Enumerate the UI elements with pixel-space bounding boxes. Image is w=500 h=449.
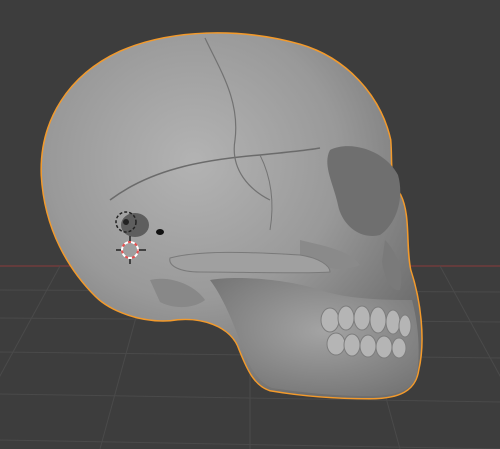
light-marker-icon[interactable] [156,229,164,235]
3d-viewport[interactable] [0,0,500,449]
skull-mesh[interactable] [40,32,423,400]
